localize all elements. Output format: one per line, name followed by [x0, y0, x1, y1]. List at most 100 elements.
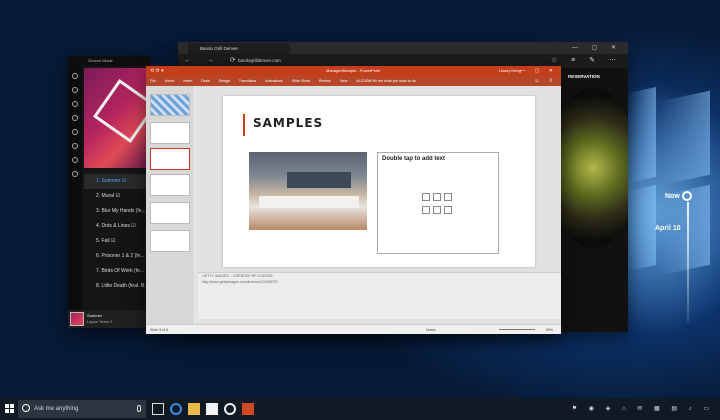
- task-view-icon[interactable]: [152, 403, 164, 415]
- file-explorer-icon[interactable]: [188, 403, 200, 415]
- slide-thumbnail[interactable]: [150, 174, 190, 196]
- title-bar: ⟲ ⟳ ▾ ManagedSample - PowerPoint Linsey …: [146, 66, 561, 76]
- recent-icon[interactable]: [72, 101, 78, 107]
- tab-view[interactable]: View: [340, 79, 348, 83]
- table-icon[interactable]: [422, 193, 430, 201]
- timeline-line: [687, 202, 689, 322]
- user-name[interactable]: Linsey Deng: [499, 67, 521, 75]
- track-row[interactable]: 6. Prisoner 1 & 2 (fe...: [84, 249, 150, 264]
- add-icon[interactable]: [72, 171, 78, 177]
- address-bar[interactable]: barologrilldenver.com: [238, 57, 438, 65]
- navigation-icons[interactable]: ← → ⟳: [184, 56, 243, 64]
- music-note-icon[interactable]: [72, 115, 78, 121]
- window-controls[interactable]: — ▢ ✕: [520, 66, 557, 76]
- zoom-slider[interactable]: [499, 329, 535, 330]
- track-row[interactable]: 2. Mural ☑: [84, 189, 150, 204]
- notes-toggle[interactable]: Notes: [426, 326, 435, 334]
- toolbar-icons[interactable]: ☆ ≡ ✎ ⋯: [551, 56, 622, 64]
- groove-taskbar-icon[interactable]: [224, 403, 236, 415]
- title-accent-bar: [243, 114, 245, 136]
- menu-icon[interactable]: [72, 73, 78, 79]
- now-playing-bar[interactable]: Summer Lapse Years 2: [68, 310, 150, 328]
- notes-line: http://www.gettyimages.com/license/12345…: [202, 280, 278, 284]
- tab-draw[interactable]: Draw: [201, 79, 209, 83]
- track-list: 1. Summer ☑ 2. Mural ☑ 3. Blur My Hands …: [84, 174, 150, 294]
- slide-thumbnail[interactable]: [150, 230, 190, 252]
- groove-nav-rail: [68, 66, 82, 328]
- now-playing-title: Summer: [87, 313, 103, 318]
- status-bar: Slide 3 of 6 Notes 69%: [146, 324, 561, 334]
- tab-insert[interactable]: Insert: [183, 79, 192, 83]
- taskbar: Ask me anything ⚑ ◉ ◈ ⌂ ✉ ▦ ▤ ♪ ▭: [0, 398, 720, 420]
- track-row[interactable]: 1. Summer ☑: [84, 174, 150, 189]
- slide-thumbnail[interactable]: [150, 202, 190, 224]
- microphone-icon[interactable]: [137, 405, 141, 412]
- tab-slide-show[interactable]: Slide Show: [292, 79, 310, 83]
- search-placeholder: Ask me anything: [34, 406, 79, 412]
- tell-me-search[interactable]: ♀ Tell me what you want to do: [368, 76, 416, 86]
- search-icon[interactable]: [72, 87, 78, 93]
- window-controls[interactable]: — ▢ ✕: [572, 44, 622, 51]
- cortana-icon: [22, 404, 30, 412]
- notes-pane[interactable]: GETTY IMAGES – CREATIVE RF LICENSE http:…: [198, 272, 561, 319]
- browser-tab[interactable]: Barolo Grill Denver: [188, 43, 290, 54]
- start-button[interactable]: [0, 398, 18, 420]
- powerpoint-window[interactable]: ⟲ ⟳ ▾ ManagedSample - PowerPoint Linsey …: [146, 66, 561, 334]
- picture-icon[interactable]: [422, 205, 430, 214]
- tab-file[interactable]: File: [150, 79, 156, 83]
- edge-icon[interactable]: [170, 403, 182, 415]
- system-tray-icons[interactable]: ⚑ ◉ ◈ ⌂ ✉ ▦ ▤ ♪ ▭: [572, 398, 714, 420]
- reservation-link[interactable]: RESERVATION: [568, 74, 600, 79]
- track-row[interactable]: 4. Dots & Lines ☑: [84, 219, 150, 234]
- timeline-date-label[interactable]: April 10: [655, 225, 681, 232]
- online-picture-icon[interactable]: [433, 205, 441, 214]
- tab-strip: Barolo Grill Denver — ▢ ✕: [178, 42, 628, 54]
- timeline-now-node[interactable]: [682, 191, 692, 201]
- kitchen-photo[interactable]: [249, 152, 367, 230]
- track-row[interactable]: 7. Birds Of Work (fe...: [84, 264, 150, 279]
- windows-logo-icon: [5, 404, 14, 413]
- slide-thumbnail-pane: [146, 86, 194, 325]
- tab-transitions[interactable]: Transitions: [239, 79, 256, 83]
- tab-review[interactable]: Review: [319, 79, 331, 83]
- smartart-icon[interactable]: [444, 193, 452, 201]
- radio-icon[interactable]: [72, 129, 78, 135]
- powerpoint-taskbar-icon[interactable]: [242, 403, 254, 415]
- content-placeholder[interactable]: Double tap to add text: [377, 152, 499, 254]
- wallpaper-beam: [660, 90, 710, 186]
- share-icon[interactable]: ☺ ⇪: [534, 76, 557, 86]
- cortana-search-box[interactable]: Ask me anything: [18, 400, 146, 418]
- slide-counter: Slide 3 of 6: [150, 328, 168, 332]
- slide-editor: SAMPLES Double tap to add text GETTY IMA…: [196, 86, 561, 325]
- web-page: RESERVATION: [548, 68, 628, 332]
- now-playing-icon[interactable]: [72, 143, 78, 149]
- track-row[interactable]: 8. Little Death (feat. B...: [84, 279, 150, 294]
- store-icon[interactable]: [206, 403, 218, 415]
- wallpaper-beam: [628, 87, 656, 183]
- track-row[interactable]: 5. Fall ☑: [84, 234, 150, 249]
- placeholder-text: Double tap to add text: [382, 156, 445, 162]
- album-art: [84, 68, 150, 168]
- quick-access-icons[interactable]: ⟲ ⟳ ▾: [150, 66, 164, 76]
- track-row[interactable]: 3. Blur My Hands (fe...: [84, 204, 150, 219]
- slide-thumbnail[interactable]: [150, 148, 190, 170]
- video-icon[interactable]: [444, 205, 452, 214]
- insert-content-icons: [422, 193, 454, 215]
- zoom-level[interactable]: 69%: [546, 326, 553, 334]
- chart-icon[interactable]: [433, 193, 441, 201]
- tab-animations[interactable]: Animations: [265, 79, 283, 83]
- tab-design[interactable]: Design: [219, 79, 230, 83]
- window-title: ManagedSample - PowerPoint: [326, 68, 381, 73]
- now-playing-art: [70, 312, 84, 326]
- now-playing-artist: Lapse Years 2: [87, 319, 113, 324]
- window-title: Groove Music: [68, 56, 150, 66]
- tab-home[interactable]: Home: [165, 79, 175, 83]
- groove-music-window[interactable]: Groove Music 1. Summer ☑ 2. Mural ☑ 3. B…: [68, 56, 150, 328]
- slide-thumbnail[interactable]: [150, 122, 190, 144]
- slide-title[interactable]: SAMPLES: [253, 116, 323, 130]
- slide-thumbnail[interactable]: [150, 94, 190, 116]
- ribbon-tabs: File Home Insert Draw Design Transitions…: [146, 76, 561, 86]
- slide-canvas[interactable]: SAMPLES Double tap to add text: [223, 96, 535, 267]
- timeline-now-label: Now: [665, 193, 680, 200]
- playlist-icon[interactable]: [72, 157, 78, 163]
